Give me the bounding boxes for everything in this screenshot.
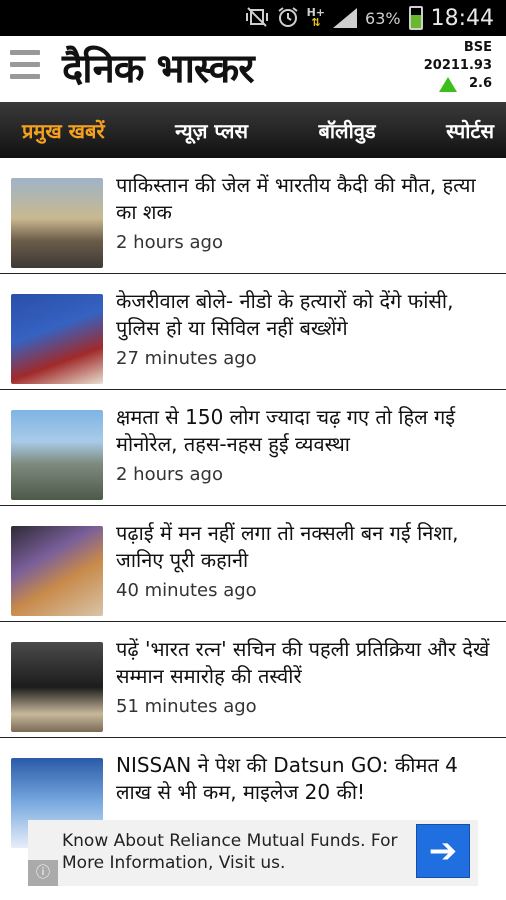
ad-text: Know About Reliance Mutual Funds. For Mo… — [62, 831, 398, 873]
alarm-clock-icon — [277, 6, 299, 31]
app-logo[interactable]: दैनिक भास्कर — [62, 42, 255, 96]
list-item[interactable]: केजरीवाल बोले- नीडो के हत्यारों को देंगे… — [0, 274, 506, 390]
news-list: पाकिस्तान की जेल में भारतीय कैदी की मौत,… — [0, 158, 506, 854]
tab-sports[interactable]: स्पोर्टस — [446, 117, 494, 144]
bse-change: 2.6 — [468, 76, 492, 91]
list-item[interactable]: पाकिस्तान की जेल में भारतीय कैदी की मौत,… — [0, 158, 506, 274]
signal-icon — [333, 8, 358, 28]
article-thumbnail — [11, 410, 103, 500]
tab-news-plus[interactable]: न्यूज़ प्लस — [175, 117, 248, 144]
category-tabs: प्रमुख खबरें न्यूज़ प्लस बॉलीवुड स्पोर्ट… — [0, 102, 506, 158]
battery-level — [410, 15, 421, 28]
ad-banner[interactable]: Know About Reliance Mutual Funds. For Mo… — [28, 820, 478, 886]
article-time: 51 minutes ago — [116, 696, 257, 717]
bse-value: 20211.93 — [423, 58, 492, 73]
list-item[interactable]: क्षमता से 150 लोग ज्यादा चढ़ गए तो हिल ग… — [0, 390, 506, 506]
app-header: दैनिक भास्कर BSE 20211.93 2.6 — [0, 36, 506, 102]
list-item[interactable]: पढ़ाई में मन नहीं लगा तो नक्सली बन गई नि… — [0, 506, 506, 622]
bse-label: BSE — [463, 40, 492, 55]
article-time: 40 minutes ago — [116, 580, 257, 601]
status-bar: H+ ⇅ 63% 18:44 — [0, 0, 506, 36]
battery-icon — [408, 6, 423, 30]
article-headline: NISSAN ने पेश की Datsun GO: कीमत 4 लाख स… — [116, 753, 458, 804]
bse-ticker[interactable]: BSE 20211.93 2.6 — [424, 39, 492, 93]
h-plus-network-icon: H+ ⇅ — [306, 6, 326, 29]
status-icons: H+ ⇅ 63% 18:44 — [245, 0, 506, 36]
menu-icon[interactable] — [10, 50, 40, 86]
article-time: 2 hours ago — [116, 232, 223, 253]
clock-time: 18:44 — [430, 5, 494, 31]
article-headline: केजरीवाल बोले- नीडो के हत्यारों को देंगे… — [116, 289, 454, 340]
bse-change-row: 2.6 — [424, 75, 492, 93]
article-thumbnail — [11, 294, 103, 384]
article-thumbnail — [11, 526, 103, 616]
tab-bollywood[interactable]: बॉलीवुड — [318, 117, 375, 144]
article-thumbnail — [11, 642, 103, 732]
article-time: 2 hours ago — [116, 464, 223, 485]
article-headline: पाकिस्तान की जेल में भारतीय कैदी की मौत,… — [116, 173, 476, 224]
article-headline: पढ़ें 'भारत रत्न' सचिन की पहली प्रतिक्रि… — [116, 637, 490, 688]
article-thumbnail — [11, 178, 103, 268]
article-headline: पढ़ाई में मन नहीं लगा तो नक्सली बन गई नि… — [116, 521, 459, 572]
arrow-right-icon[interactable]: ➔ — [416, 824, 470, 878]
article-time: 27 minutes ago — [116, 348, 257, 369]
muted-vibrate-icon — [245, 6, 269, 30]
article-headline: क्षमता से 150 लोग ज्यादा चढ़ गए तो हिल ग… — [116, 405, 456, 456]
tab-top-news[interactable]: प्रमुख खबरें — [22, 117, 105, 144]
info-icon[interactable]: ⓘ — [28, 860, 58, 886]
battery-percent: 63% — [365, 8, 401, 28]
up-arrow-icon — [438, 76, 457, 92]
list-item[interactable]: पढ़ें 'भारत रत्न' सचिन की पहली प्रतिक्रि… — [0, 622, 506, 738]
